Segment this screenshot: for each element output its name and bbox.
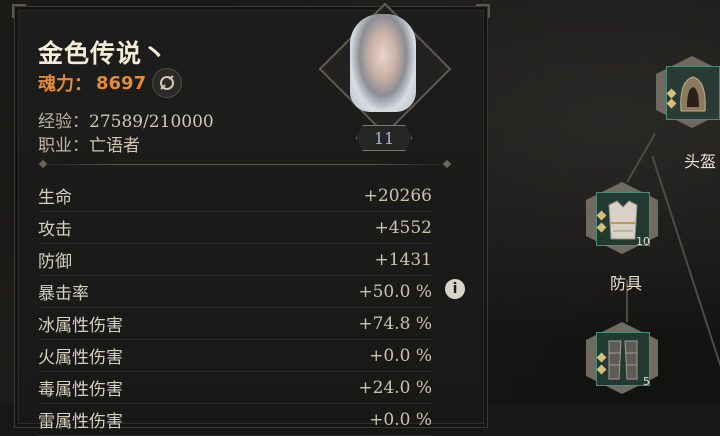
stat-label: 冰属性伤害 [38, 316, 123, 336]
stat-row-thunder-damage: 雷属性伤害 +0.0 % [38, 404, 432, 436]
stat-row-fire-damage: 火属性伤害 +0.0 % [38, 340, 432, 372]
stat-row-crit: 暴击率 +50.0 % [38, 276, 432, 308]
stat-value: +0.0 % [369, 409, 432, 430]
level-badge: 11 [356, 125, 412, 151]
equip-slot-armor[interactable]: 10 [586, 182, 658, 254]
stat-label: 雷属性伤害 [38, 412, 123, 432]
stat-row-defense: 防御 +1431 [38, 244, 432, 276]
job-value: 亡语者 [89, 136, 140, 156]
job-label: 职业： [38, 136, 89, 156]
stat-row-attack: 攻击 +4552 [38, 212, 432, 244]
stat-label: 防御 [38, 252, 72, 272]
stat-value: +50.0 % [358, 281, 432, 302]
info-icon[interactable]: i [445, 279, 465, 299]
stat-row-hp: 生命 +20266 [38, 180, 432, 212]
character-name: 金色传说丶 [38, 39, 169, 68]
stat-row-ice-damage: 冰属性伤害 +74.8 % [38, 308, 432, 340]
stat-label: 火属性伤害 [38, 348, 123, 368]
power-label: 魂力： [38, 74, 92, 95]
stat-value: +0.0 % [369, 345, 432, 366]
stat-label: 生命 [38, 188, 72, 208]
exp-label: 经验： [38, 112, 89, 132]
stat-value: +74.8 % [358, 313, 432, 334]
equip-slot-legs[interactable]: 5 [586, 322, 658, 394]
stat-value: +24.0 % [358, 377, 432, 398]
armor-count: 10 [636, 235, 650, 248]
job-row: 职业：亡语者 [38, 131, 140, 156]
helmet-label: 头盔 [684, 152, 717, 171]
equip-slot-helmet[interactable] [656, 56, 720, 128]
stat-label: 暴击率 [38, 284, 89, 304]
character-portrait[interactable] [318, 2, 452, 136]
stat-value: +1431 [374, 249, 432, 270]
power-row: 魂力： 8697 [38, 68, 183, 98]
stat-value: +20266 [363, 185, 432, 206]
avatar [350, 14, 416, 112]
stat-row-poison-damage: 毒属性伤害 +24.0 % [38, 372, 432, 404]
legs-count: 5 [643, 375, 650, 388]
power-compare-icon[interactable] [152, 68, 183, 98]
armor-label: 防具 [610, 274, 643, 293]
exp-row: 经验：27589/210000 [38, 107, 214, 132]
stat-label: 毒属性伤害 [38, 380, 123, 400]
divider [34, 164, 454, 165]
stat-value: +4552 [374, 217, 432, 238]
power-value: 8697 [96, 72, 147, 94]
exp-value: 27589/210000 [89, 112, 214, 132]
stat-label: 攻击 [38, 220, 72, 240]
stats-list: 生命 +20266 攻击 +4552 防御 +1431 暴击率 +50.0 % … [38, 180, 432, 436]
